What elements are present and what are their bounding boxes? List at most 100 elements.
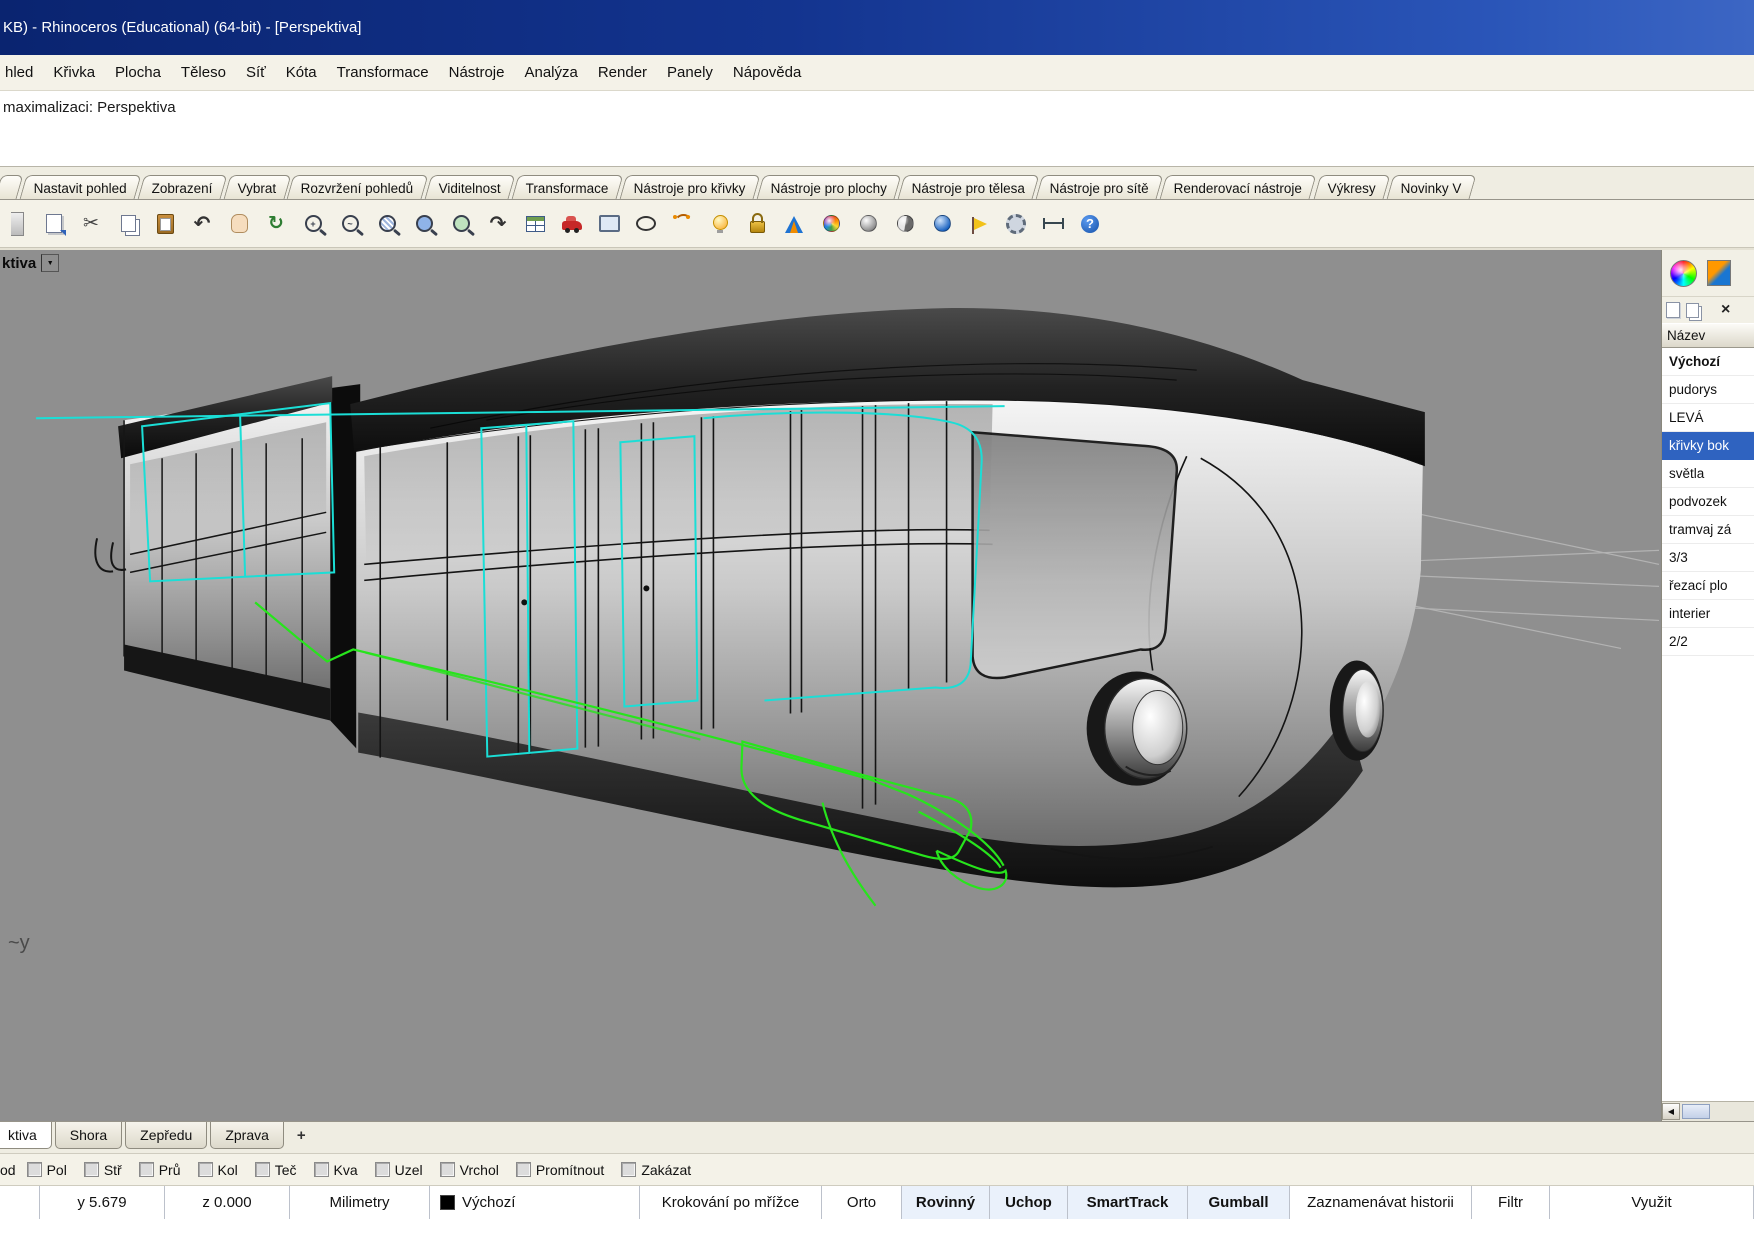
curve-tools-icon[interactable] (668, 209, 698, 239)
pan-icon[interactable] (224, 209, 254, 239)
tab-rozvrzeni-pohledu[interactable]: Rozvržení pohledů (287, 175, 428, 199)
tram-front-car[interactable] (350, 308, 1425, 887)
status-ortho[interactable]: Orto (822, 1186, 902, 1219)
new-viewport-tab-button[interactable]: + (287, 1122, 316, 1149)
redo-view-icon[interactable] (483, 209, 513, 239)
osnap-checkbox[interactable] (516, 1162, 531, 1177)
delete-layer-icon[interactable] (1721, 302, 1730, 318)
partial-icon[interactable] (2, 209, 32, 239)
menu-pohled[interactable]: hled (2, 62, 36, 83)
tab-nastroje-site[interactable]: Nástroje pro sítě (1036, 175, 1164, 199)
osnap-checkbox[interactable] (314, 1162, 329, 1177)
menu-nastroje[interactable]: Nástroje (446, 62, 508, 83)
set-view-car-icon[interactable] (557, 209, 587, 239)
viewport-menu-dropdown[interactable]: ▼ (41, 254, 59, 272)
status-osnap[interactable]: Uchop (990, 1186, 1068, 1219)
osnap-kol[interactable]: Kol (198, 1162, 238, 1178)
tab-nastavit-pohled[interactable]: Nastavit pohled (20, 175, 142, 199)
menu-kota[interactable]: Kóta (283, 62, 320, 83)
rendered-sphere-icon[interactable] (816, 209, 846, 239)
layer-row-selected[interactable]: křivky bok (1662, 432, 1754, 460)
zoom-dynamic-icon[interactable] (335, 209, 365, 239)
zoom-extents-icon[interactable] (446, 209, 476, 239)
gear-icon[interactable] (1001, 209, 1031, 239)
shaded-sphere-icon[interactable] (853, 209, 883, 239)
status-smarttrack[interactable]: SmartTrack (1068, 1186, 1188, 1219)
render-icon[interactable] (779, 209, 809, 239)
status-filter[interactable]: Filtr (1472, 1186, 1550, 1219)
osnap-promitnout[interactable]: Promítnout (516, 1162, 604, 1178)
viewport-title-label[interactable]: ktiva (2, 255, 36, 272)
osnap-checkbox[interactable] (621, 1162, 636, 1177)
osnap-uzel[interactable]: Uzel (375, 1162, 423, 1178)
display-color-wheel-icon[interactable] (1670, 260, 1697, 287)
osnap-zakazat[interactable]: Zakázat (621, 1162, 691, 1178)
menu-plocha[interactable]: Plocha (112, 62, 164, 83)
cut-icon[interactable] (76, 209, 106, 239)
menu-napoveda[interactable]: Nápověda (730, 62, 804, 83)
tab-vykresy[interactable]: Výkresy (1313, 175, 1390, 199)
tab-viditelnost[interactable]: Viditelnost (425, 175, 516, 199)
layer-panel-scrollbar[interactable] (1662, 1101, 1754, 1121)
vptab-zepredu[interactable]: Zepředu (125, 1122, 207, 1149)
status-record-history[interactable]: Zaznamenávat historii (1290, 1186, 1472, 1219)
tab-transformace[interactable]: Transformace (512, 175, 624, 199)
mirror-hook[interactable] (95, 538, 126, 571)
zoom-in-icon[interactable] (298, 209, 328, 239)
front-side-window[interactable] (973, 432, 1177, 678)
lock-icon[interactable] (742, 209, 772, 239)
scroll-left-arrow-icon[interactable] (1662, 1103, 1680, 1120)
menu-analyza[interactable]: Analýza (521, 62, 580, 83)
tab-vybrat[interactable]: Vybrat (223, 175, 290, 199)
vptab-shora[interactable]: Shora (55, 1122, 122, 1149)
help-icon[interactable] (1075, 209, 1105, 239)
osnap-pol[interactable]: Pol (27, 1162, 67, 1178)
tab-nastroje-telesa[interactable]: Nástroje pro tělesa (897, 175, 1039, 199)
menu-transformace[interactable]: Transformace (334, 62, 432, 83)
osnap-checkbox[interactable] (375, 1162, 390, 1177)
xray-sphere-icon[interactable] (890, 209, 920, 239)
status-grid-snap[interactable]: Krokování po mřížce (640, 1186, 822, 1219)
osnap-str[interactable]: Stř (84, 1162, 122, 1178)
copy-icon[interactable] (113, 209, 143, 239)
layer-row[interactable]: 3/3 (1662, 544, 1754, 572)
tram-rear-car[interactable] (118, 376, 360, 752)
layer-row[interactable]: 2/2 (1662, 628, 1754, 656)
dimension-icon[interactable] (1038, 209, 1068, 239)
osnap-pru[interactable]: Prů (139, 1162, 181, 1178)
layer-row[interactable]: podvozek (1662, 488, 1754, 516)
osnap-checkbox[interactable] (198, 1162, 213, 1177)
rotate-view-icon[interactable] (261, 209, 291, 239)
osnap-checkbox[interactable] (139, 1162, 154, 1177)
status-gumball[interactable]: Gumball (1188, 1186, 1290, 1219)
menu-sit[interactable]: Síť (243, 62, 269, 83)
paste-icon[interactable] (150, 209, 180, 239)
export-page-icon[interactable] (39, 209, 69, 239)
zoom-window-icon[interactable] (372, 209, 402, 239)
perspective-viewport[interactable]: ktiva ▼ (0, 250, 1661, 1121)
raytrace-sphere-icon[interactable] (927, 209, 957, 239)
tab-zobrazeni[interactable]: Zobrazení (138, 175, 228, 199)
lamp-icon[interactable] (705, 209, 735, 239)
menu-teleso[interactable]: Těleso (178, 62, 229, 83)
vptab-perspektiva[interactable]: ktiva (0, 1122, 52, 1149)
display-mode-icon[interactable] (594, 209, 624, 239)
panel-tab-partial-icon[interactable] (1707, 260, 1731, 286)
osnap-checkbox[interactable] (255, 1162, 270, 1177)
copy-layer-icon[interactable] (1686, 303, 1699, 318)
layer-row[interactable]: Výchozí (1662, 348, 1754, 376)
vptab-zprava[interactable]: Zprava (210, 1122, 284, 1149)
osnap-bod-partial[interactable]: od (0, 1162, 16, 1178)
viewport-layout-icon[interactable] (520, 209, 550, 239)
status-current-layer[interactable]: Výchozí (430, 1186, 640, 1219)
layer-row[interactable]: světla (1662, 460, 1754, 488)
menu-panely[interactable]: Panely (664, 62, 716, 83)
flag-icon[interactable] (964, 209, 994, 239)
undo-icon[interactable] (187, 209, 217, 239)
status-units[interactable]: Milimetry (290, 1186, 430, 1219)
viewport-title[interactable]: ktiva ▼ (2, 254, 59, 272)
osnap-checkbox[interactable] (440, 1162, 455, 1177)
layer-row[interactable]: řezací plo (1662, 572, 1754, 600)
layer-row[interactable]: LEVÁ (1662, 404, 1754, 432)
scrollbar-thumb[interactable] (1682, 1104, 1710, 1119)
